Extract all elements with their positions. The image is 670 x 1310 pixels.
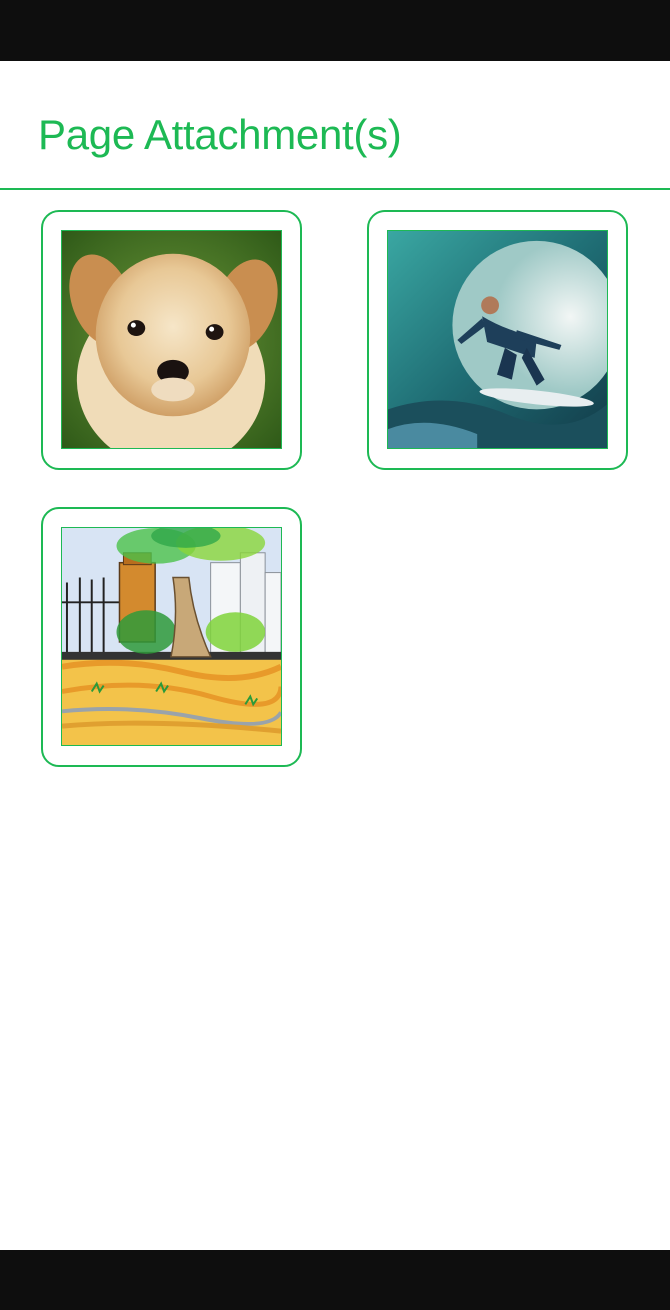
status-bar — [0, 0, 670, 61]
attachment-thumbnail-puppy[interactable] — [61, 230, 282, 449]
page-title: Page Attachment(s) — [38, 111, 402, 158]
attachment-card-2[interactable] — [367, 210, 628, 470]
navigation-bar — [0, 1250, 670, 1310]
header: Page Attachment(s) — [0, 61, 670, 190]
attachment-card-3[interactable] — [41, 507, 302, 767]
attachment-thumbnail-surfer[interactable] — [387, 230, 608, 449]
attachment-card-1[interactable] — [41, 210, 302, 470]
tree-sketch-icon — [62, 528, 281, 745]
attachment-thumbnail-sketch[interactable] — [61, 527, 282, 746]
puppy-photo-icon — [62, 231, 281, 448]
surfer-photo-icon — [388, 231, 607, 448]
